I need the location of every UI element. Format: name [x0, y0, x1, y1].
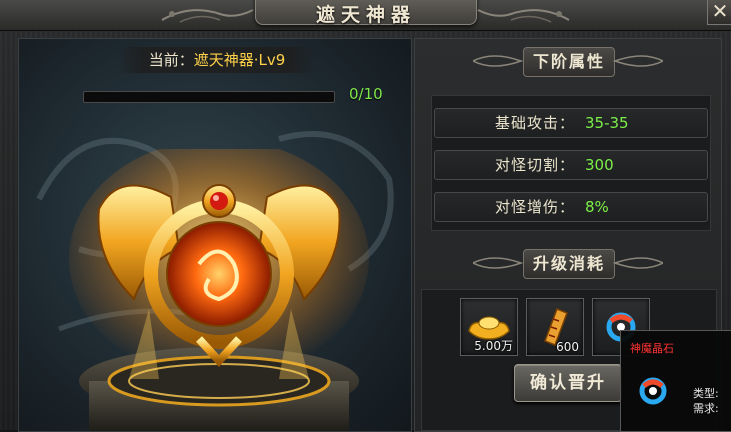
tooltip-require-label: 需求: [693, 402, 719, 415]
tooltip-type-label: 类型: [693, 387, 719, 400]
upgrade-cost-title: 升级消耗 [523, 249, 615, 279]
artifact-preview-panel: 当前：遮天神器·Lv9 0/10 [18, 38, 412, 432]
close-icon: ✕ [711, 0, 729, 23]
header-ornament-right [613, 55, 663, 67]
upgrade-progress-bar [83, 91, 335, 103]
title-ornament-right [477, 9, 570, 23]
attribute-list: 基础攻击： 35-35 对怪切割： 300 对怪增伤： 8% [431, 95, 711, 231]
progress-count: 0/10 [349, 85, 383, 103]
current-artifact-name: 遮天神器·Lv9 [193, 51, 286, 69]
item-tooltip: 神魔晶石 类型: 需求: [620, 330, 731, 432]
header-ornament-left [473, 257, 523, 269]
item-count: 5.00万 [474, 339, 513, 353]
current-level-label: 当前：遮天神器·Lv9 [119, 47, 315, 73]
header-ornament-left [473, 55, 523, 67]
attribute-value: 300 [585, 156, 614, 174]
attribute-row: 对怪增伤： 8% [434, 192, 708, 222]
close-button[interactable]: ✕ [707, 0, 731, 25]
item-count: 600 [556, 340, 579, 354]
attribute-value: 35-35 [585, 114, 629, 132]
tooltip-title: 神魔晶石 [630, 342, 674, 355]
next-tier-title: 下阶属性 [523, 47, 615, 77]
cost-item-talisman[interactable]: 600 [526, 298, 584, 356]
attribute-name: 基础攻击： [495, 114, 576, 132]
window-frame: 遮天神器 ✕ 当前：遮天神器·Lv9 0/10 下阶属性 基础攻击： 35-35… [0, 0, 731, 432]
attribute-value: 8% [585, 198, 609, 216]
demon-crystal-icon [639, 377, 667, 405]
attribute-row: 基础攻击： 35-35 [434, 108, 708, 138]
title-ornament-left [161, 9, 254, 23]
title-plate: 遮天神器 [255, 0, 477, 26]
confirm-upgrade-button[interactable]: 确认晋升 [514, 364, 622, 402]
artifact-emblem-icon [69, 149, 369, 431]
attribute-name: 对怪切割： [495, 156, 576, 174]
title-bar: 遮天神器 ✕ [0, 0, 731, 31]
window-title: 遮天神器 [315, 4, 416, 26]
header-ornament-right [613, 257, 663, 269]
attribute-row: 对怪切割： 300 [434, 150, 708, 180]
attribute-name: 对怪增伤： [495, 198, 576, 216]
upgrade-cost-header: 升级消耗 [473, 249, 663, 279]
next-tier-header: 下阶属性 [473, 47, 663, 77]
current-prefix: 当前： [148, 51, 194, 69]
cost-item-gold[interactable]: 5.00万 [460, 298, 518, 356]
